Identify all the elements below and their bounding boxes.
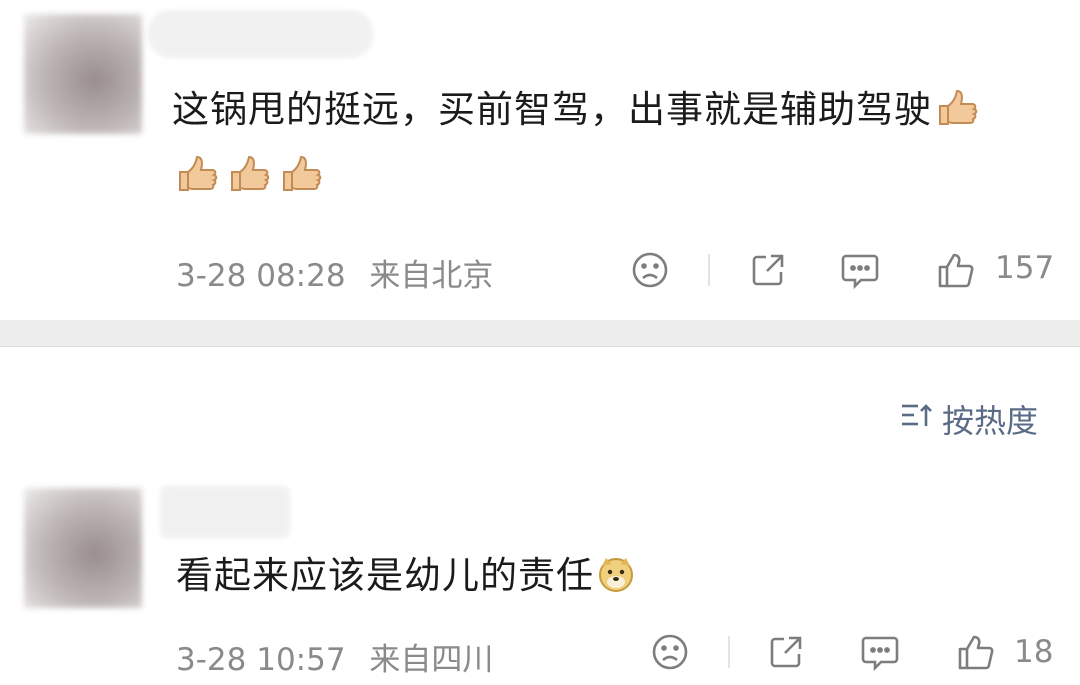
username[interactable] — [160, 486, 290, 538]
comment-text: 这锅甩的挺远，买前智驾，出事就是辅助驾驶 — [172, 80, 1052, 212]
comment-location: 来自四川 — [369, 642, 494, 678]
like-button[interactable] — [954, 630, 998, 674]
dislike-button[interactable] — [648, 630, 692, 674]
avatar[interactable] — [24, 488, 142, 608]
comment-date: 3-28 — [176, 642, 247, 678]
dislike-button[interactable] — [628, 248, 672, 292]
comment-item: 看起来应该是幼儿的责任 3-28 10:57 来自四川 18 — [0, 480, 1080, 685]
sad-face-icon — [652, 634, 688, 670]
thumbs-up-emoji-icon — [934, 86, 978, 146]
like-button[interactable] — [934, 248, 978, 292]
thumbs-up-icon — [958, 635, 994, 670]
share-button[interactable] — [764, 630, 808, 674]
sort-button[interactable]: 按热度 — [900, 396, 1038, 442]
doge-emoji-icon — [596, 552, 636, 612]
thumbs-up-emoji-icon — [174, 152, 218, 212]
username[interactable] — [148, 10, 373, 58]
comment-date: 3-28 — [176, 258, 247, 294]
thumbs-up-icon — [938, 253, 974, 288]
comment-item: 这锅甩的挺远，买前智驾，出事就是辅助驾驶 3-28 08:28 来自北京 157 — [0, 0, 1080, 320]
comment-icon — [861, 636, 899, 671]
section-divider — [0, 320, 1080, 347]
sort-icon — [900, 400, 934, 438]
comment-text: 看起来应该是幼儿的责任 — [176, 546, 1036, 612]
sort-label: 按热度 — [941, 402, 1038, 440]
comment-time: 10:57 — [256, 642, 346, 678]
thumbs-up-emoji-icon — [226, 152, 270, 212]
reply-button[interactable] — [838, 248, 882, 292]
sad-face-icon — [632, 252, 668, 288]
comment-icon — [841, 254, 879, 289]
like-count: 18 — [1014, 634, 1054, 670]
comment-meta: 3-28 10:57 来自四川 — [176, 634, 493, 679]
like-count: 157 — [995, 250, 1055, 286]
share-button[interactable] — [746, 248, 790, 292]
divider — [708, 254, 710, 286]
divider — [728, 636, 730, 668]
comment-location: 来自北京 — [369, 258, 494, 294]
share-icon — [770, 636, 802, 668]
comment-time: 08:28 — [256, 258, 346, 294]
share-icon — [752, 254, 784, 286]
thumbs-up-emoji-icon — [278, 152, 322, 212]
reply-button[interactable] — [858, 630, 902, 674]
avatar[interactable] — [24, 14, 142, 134]
comment-meta: 3-28 08:28 来自北京 — [176, 250, 493, 295]
